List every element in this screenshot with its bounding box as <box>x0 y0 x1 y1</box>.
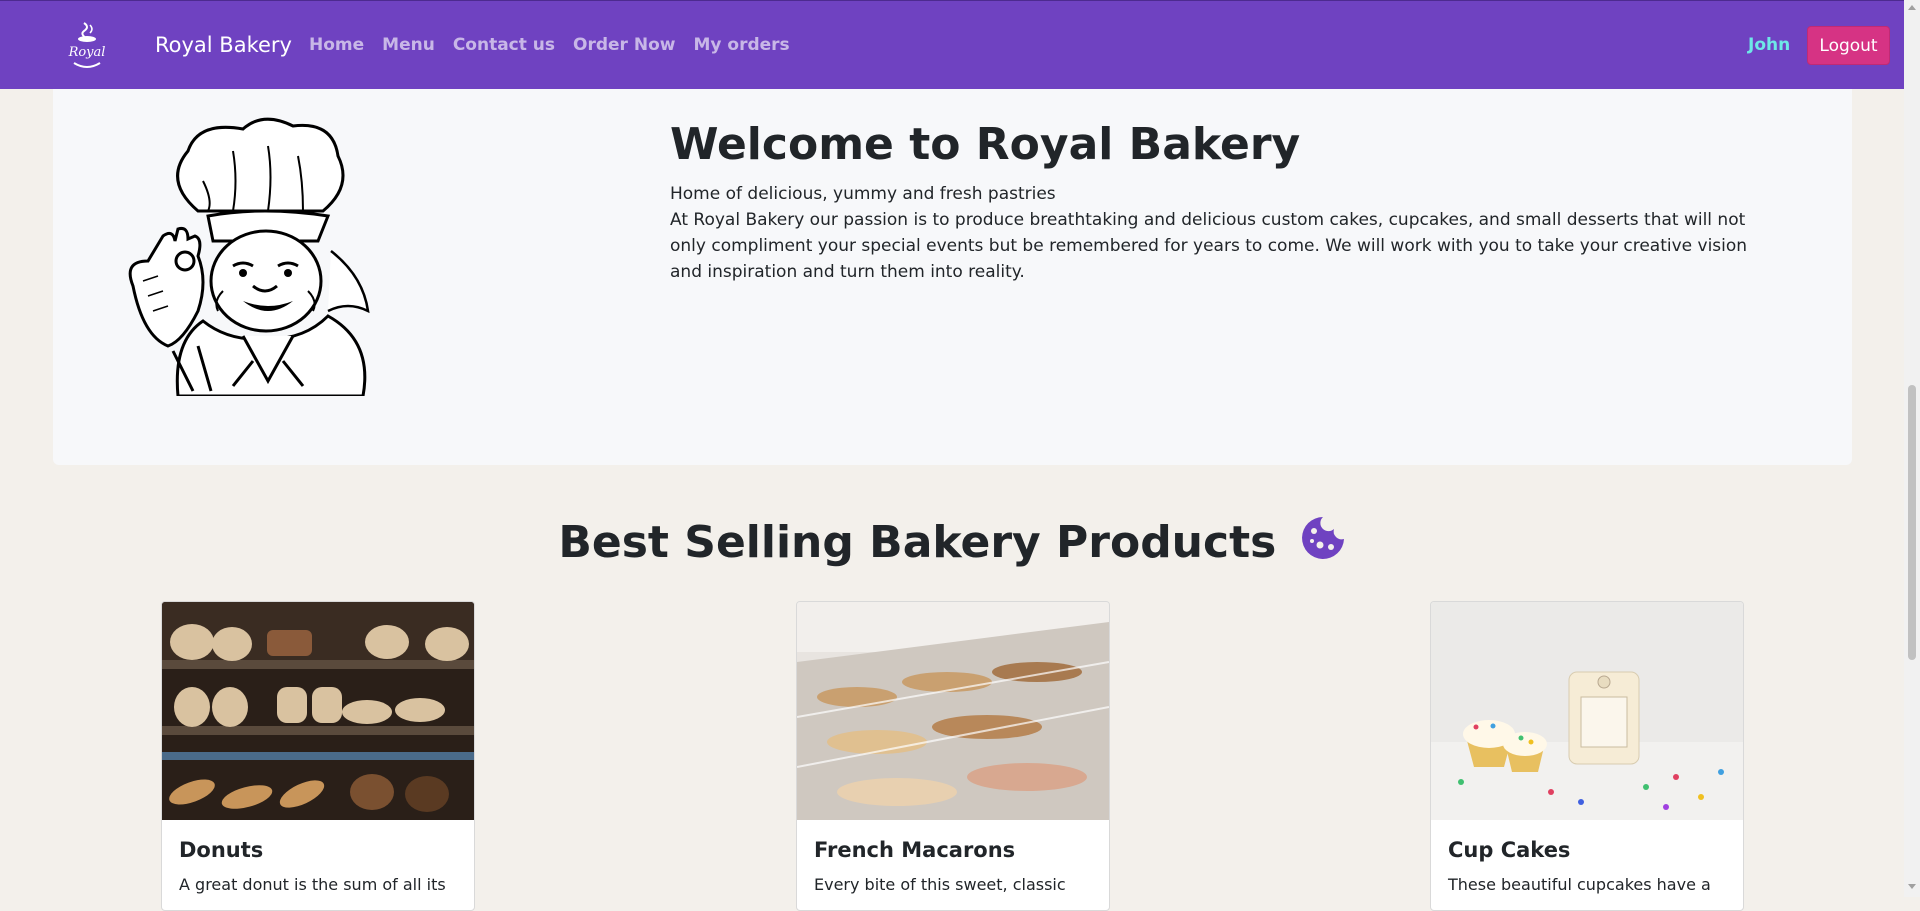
logout-button[interactable]: Logout <box>1807 26 1890 65</box>
hero-description: At Royal Bakery our passion is to produc… <box>670 210 1748 282</box>
hero-tagline: Home of delicious, yummy and fresh pastr… <box>670 184 1056 204</box>
cupcake-candle-photo <box>1431 602 1743 820</box>
scroll-thumb[interactable] <box>1908 385 1916 660</box>
nav-link-my-orders[interactable]: My orders <box>693 34 789 56</box>
product-card-cup-cakes[interactable]: Cup Cakes These beautiful cupcakes have … <box>1430 601 1744 911</box>
user-name-link[interactable]: John <box>1748 34 1790 56</box>
scroll-up-arrow-icon[interactable] <box>1908 5 1916 10</box>
product-description: A great donut is the sum of all its <box>179 875 446 894</box>
product-card-french-macarons[interactable]: French Macarons Every bite of this sweet… <box>796 601 1110 911</box>
hero-title: Welcome to Royal Bakery <box>670 119 1301 170</box>
bread-shelf-photo <box>162 602 474 820</box>
product-name: French Macarons <box>814 838 1016 862</box>
logo-text: Royal <box>68 45 106 60</box>
products-section-title: Best Selling Bakery Products <box>0 515 1904 575</box>
pastry-display-photo <box>797 602 1109 820</box>
nav-link-contact[interactable]: Contact us <box>453 34 555 56</box>
product-description: Every bite of this sweet, classic <box>814 875 1066 894</box>
scroll-down-arrow-icon[interactable] <box>1908 884 1916 889</box>
nav-link-order-now[interactable]: Order Now <box>573 34 675 56</box>
chef-illustration <box>103 111 423 398</box>
hero-text: Home of delicious, yummy and fresh pastr… <box>670 181 1770 285</box>
products-title-text: Best Selling Bakery Products <box>558 517 1277 568</box>
cookie-icon <box>1300 515 1346 575</box>
product-description: These beautiful cupcakes have a <box>1448 875 1711 894</box>
nav-link-menu[interactable]: Menu <box>382 34 435 56</box>
brand-name[interactable]: Royal Bakery <box>155 31 292 59</box>
top-navbar: Royal Royal Bakery Home Menu Contact us … <box>0 0 1904 89</box>
nav-links: Home Menu Contact us Order Now My orders <box>309 34 808 56</box>
product-name: Cup Cakes <box>1448 838 1571 862</box>
page-scrollbar[interactable] <box>1904 0 1920 897</box>
welcome-hero: Welcome to Royal Bakery Home of deliciou… <box>53 89 1852 465</box>
product-card-donuts[interactable]: Donuts A great donut is the sum of all i… <box>161 601 475 911</box>
royal-logo-icon[interactable]: Royal <box>62 19 112 73</box>
nav-link-home[interactable]: Home <box>309 34 364 56</box>
product-name: Donuts <box>179 838 264 862</box>
